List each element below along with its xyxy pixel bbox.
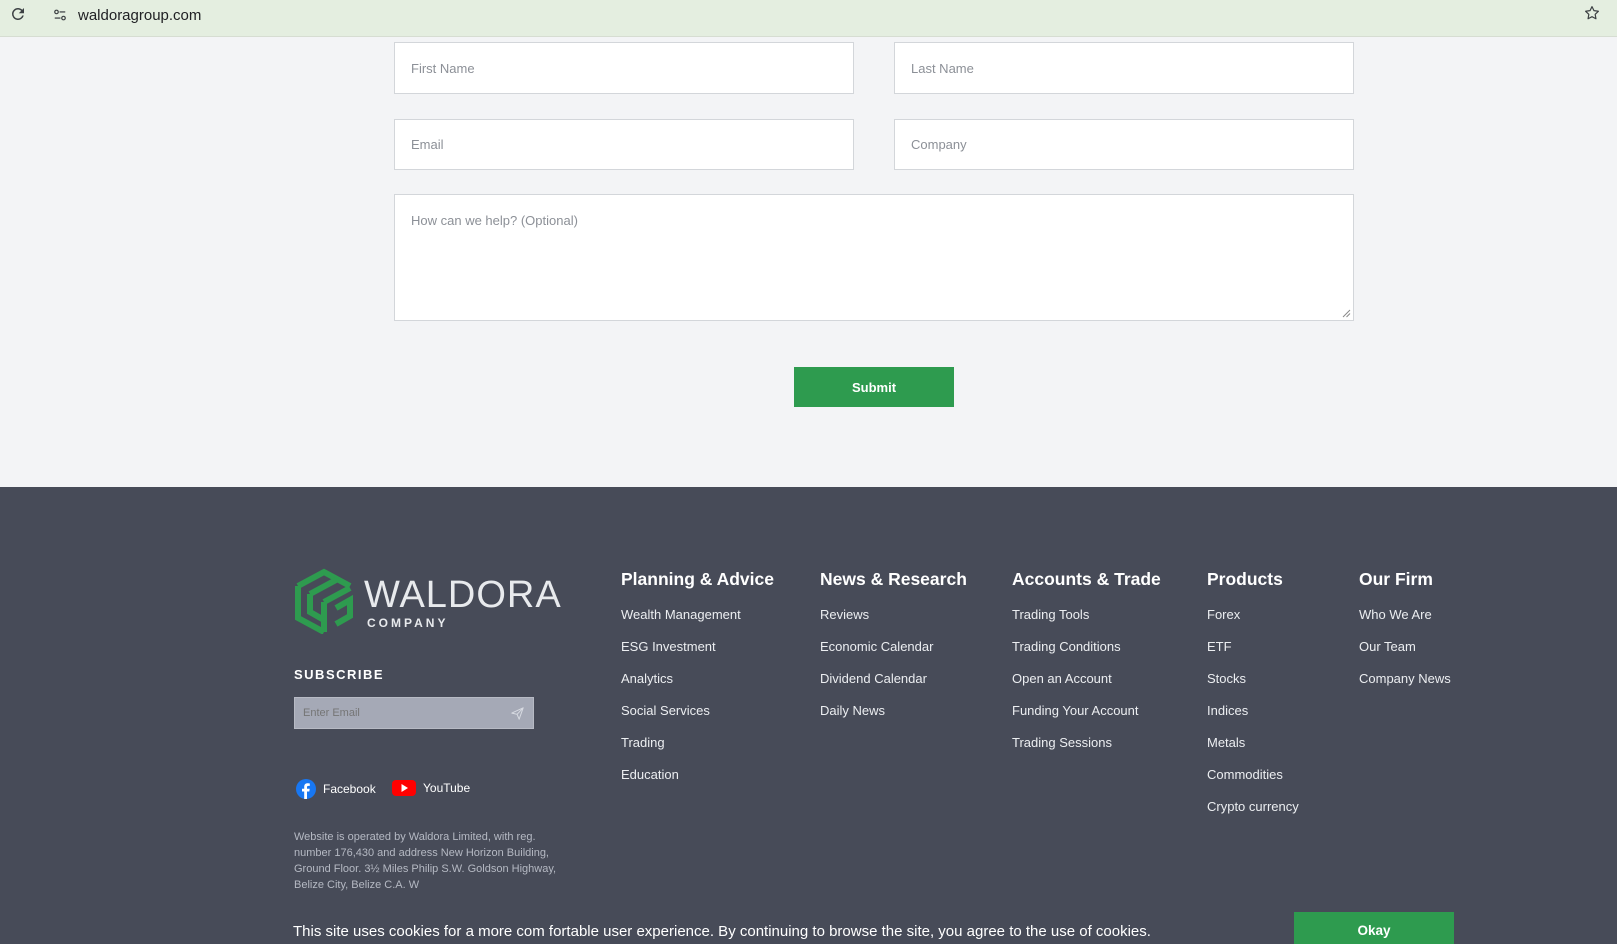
footer-link[interactable]: Crypto currency <box>1207 799 1299 831</box>
facebook-link[interactable]: Facebook <box>296 779 376 799</box>
company-placeholder: Company <box>911 137 967 152</box>
legal-notice: Website is operated by Waldora Limited, … <box>294 831 557 891</box>
footer-column-products: Products Forex ETF Stocks Indices Metals… <box>1207 569 1299 831</box>
bookmark-star-icon[interactable] <box>1583 4 1601 22</box>
footer-link[interactable]: Wealth Management <box>621 607 774 639</box>
footer-column-planning: Planning & Advice Wealth Management ESG … <box>621 569 774 799</box>
footer-column-news: News & Research Reviews Economic Calenda… <box>820 569 967 735</box>
first-name-placeholder: First Name <box>411 60 475 76</box>
column-heading: Products <box>1207 569 1283 589</box>
column-heading: Accounts & Trade <box>1012 569 1161 589</box>
subscribe-form <box>294 697 534 729</box>
column-heading: News & Research <box>820 569 967 589</box>
footer-link[interactable]: Analytics <box>621 671 774 703</box>
resize-handle-icon[interactable] <box>1342 309 1351 318</box>
subscribe-email-input[interactable] <box>303 707 503 719</box>
address-bar[interactable]: waldoragroup.com <box>44 4 201 26</box>
first-name-field[interactable]: First Name <box>394 42 854 94</box>
facebook-label[interactable]: Facebook <box>323 782 376 796</box>
waldora-logo[interactable]: WALDORA COMPANY <box>294 568 561 636</box>
browser-toolbar: waldoragroup.com <box>0 0 1617 37</box>
reload-icon[interactable] <box>9 5 27 23</box>
message-placeholder: How can we help? (Optional) <box>411 213 578 228</box>
footer-link[interactable]: Metals <box>1207 735 1299 767</box>
url-text[interactable]: waldoragroup.com <box>78 7 201 24</box>
facebook-icon <box>296 779 316 799</box>
footer-link[interactable]: Company News <box>1359 671 1451 703</box>
company-field[interactable]: Company <box>894 119 1354 170</box>
site-footer: WALDORA COMPANY SUBSCRIBE Facebook YouTu… <box>0 487 1617 944</box>
brand-subtitle: COMPANY <box>367 616 449 630</box>
footer-link[interactable]: Economic Calendar <box>820 639 967 671</box>
footer-link[interactable]: Trading Conditions <box>1012 639 1161 671</box>
footer-link[interactable]: Funding Your Account <box>1012 703 1161 735</box>
message-textarea[interactable]: How can we help? (Optional) <box>394 194 1354 321</box>
footer-link[interactable]: ETF <box>1207 639 1299 671</box>
youtube-label[interactable]: YouTube <box>423 781 470 795</box>
youtube-icon <box>392 780 416 796</box>
email-field[interactable]: Email <box>394 119 854 170</box>
last-name-placeholder: Last Name <box>911 60 974 76</box>
footer-link[interactable]: Who We Are <box>1359 607 1451 639</box>
waldora-logo-icon <box>295 568 353 634</box>
submit-button[interactable]: Submit <box>794 367 954 407</box>
cookie-notice-text: This site uses cookies for a more com fo… <box>293 923 1151 940</box>
column-heading: Our Firm <box>1359 569 1433 589</box>
youtube-link[interactable]: YouTube <box>392 779 470 797</box>
footer-column-accounts: Accounts & Trade Trading Tools Trading C… <box>1012 569 1161 767</box>
column-heading: Planning & Advice <box>621 569 774 589</box>
footer-link[interactable]: Indices <box>1207 703 1299 735</box>
send-icon[interactable] <box>511 707 524 720</box>
brand-name: WALDORA <box>364 574 562 616</box>
contact-form: First Name Last Name Email Company How c… <box>0 37 1617 487</box>
footer-link[interactable]: Reviews <box>820 607 967 639</box>
footer-link[interactable]: Commodities <box>1207 767 1299 799</box>
email-placeholder: Email <box>411 137 444 152</box>
cookie-okay-button[interactable]: Okay <box>1294 912 1454 944</box>
footer-column-our-firm: Our Firm Who We Are Our Team Company New… <box>1359 569 1451 703</box>
footer-link[interactable]: ESG Investment <box>621 639 774 671</box>
footer-link[interactable]: Stocks <box>1207 671 1299 703</box>
site-settings-icon[interactable] <box>53 8 67 22</box>
last-name-field[interactable]: Last Name <box>894 42 1354 94</box>
footer-link[interactable]: Open an Account <box>1012 671 1161 703</box>
footer-link[interactable]: Trading <box>621 735 774 767</box>
footer-link[interactable]: Education <box>621 767 774 799</box>
subscribe-heading: SUBSCRIBE <box>294 667 385 682</box>
footer-link[interactable]: Dividend Calendar <box>820 671 967 703</box>
footer-link[interactable]: Our Team <box>1359 639 1451 671</box>
footer-link[interactable]: Social Services <box>621 703 774 735</box>
footer-link[interactable]: Trading Sessions <box>1012 735 1161 767</box>
footer-link[interactable]: Forex <box>1207 607 1299 639</box>
footer-link[interactable]: Daily News <box>820 703 967 735</box>
footer-link[interactable]: Trading Tools <box>1012 607 1161 639</box>
